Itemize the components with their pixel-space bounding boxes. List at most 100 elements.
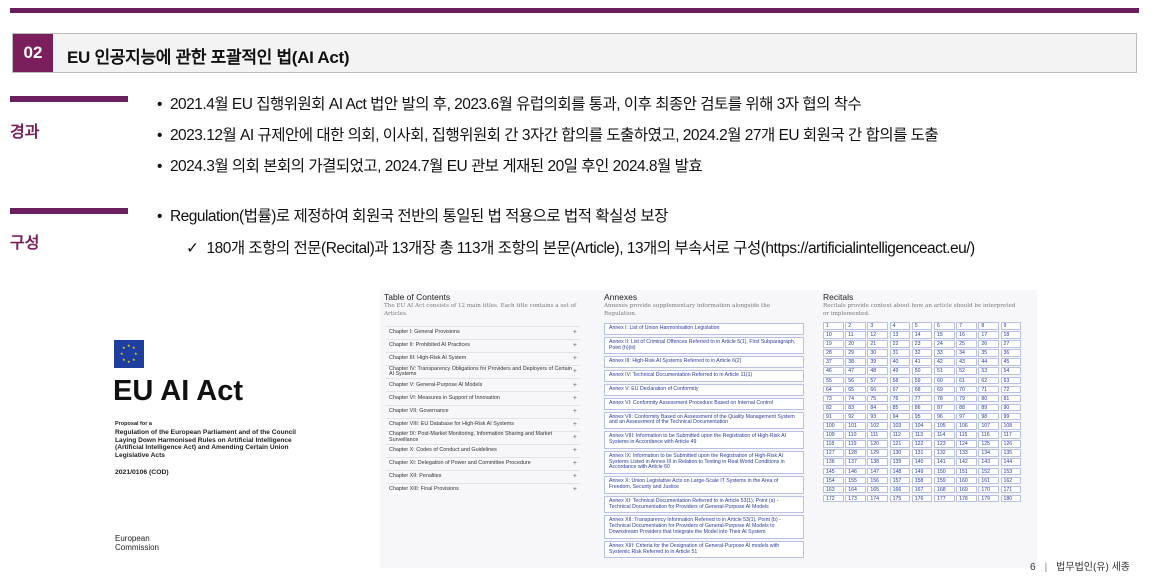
recital-link[interactable]: 110 — [845, 431, 866, 439]
recital-link[interactable]: 55 — [823, 376, 844, 385]
expand-icon[interactable]: + — [573, 421, 577, 428]
toc-chapter-item[interactable]: Chapter II: Prohibited AI Practices + — [386, 339, 580, 352]
recital-link[interactable]: 73 — [823, 394, 844, 403]
recital-link[interactable]: 27 — [1000, 340, 1022, 348]
recital-link[interactable]: 59 — [911, 376, 933, 385]
recital-link[interactable]: 3 — [867, 322, 888, 330]
recital-link[interactable]: 67 — [889, 385, 911, 394]
toc-chapter-item[interactable]: Chapter I: General Provisions + — [386, 326, 580, 339]
recital-link[interactable]: 14 — [911, 331, 933, 339]
recital-link[interactable]: 70 — [956, 385, 977, 394]
recital-link[interactable]: 152 — [978, 467, 999, 475]
recital-link[interactable]: 20 — [845, 340, 866, 348]
recital-link[interactable]: 174 — [867, 494, 888, 503]
recital-link[interactable]: 54 — [1000, 367, 1022, 375]
recital-link[interactable]: 139 — [889, 458, 911, 466]
recital-link[interactable]: 116 — [978, 431, 999, 439]
recital-link[interactable]: 50 — [911, 367, 933, 375]
recital-link[interactable]: 87 — [933, 403, 955, 412]
recital-link[interactable]: 101 — [845, 422, 866, 430]
recital-link[interactable]: 72 — [1000, 385, 1022, 394]
toc-chapter-item[interactable]: Chapter VI: Measures in Support of Innov… — [386, 391, 580, 404]
recital-link[interactable]: 71 — [978, 385, 999, 394]
recital-link[interactable]: 179 — [978, 494, 999, 503]
recital-link[interactable]: 109 — [823, 431, 844, 439]
recital-link[interactable]: 124 — [956, 440, 977, 448]
annex-link[interactable]: Annex IX: Information to be Submitted up… — [604, 450, 804, 475]
recital-link[interactable]: 58 — [889, 376, 911, 385]
recital-link[interactable]: 11 — [845, 331, 866, 339]
recital-link[interactable]: 53 — [978, 367, 999, 375]
recital-link[interactable]: 114 — [933, 431, 955, 439]
recital-link[interactable]: 42 — [933, 358, 955, 366]
recital-link[interactable]: 84 — [867, 403, 888, 412]
recital-link[interactable]: 131 — [911, 449, 933, 457]
recital-link[interactable]: 106 — [956, 422, 977, 430]
annex-link[interactable]: Annex VII: Conformity Based on Assessmen… — [604, 411, 804, 430]
recital-link[interactable]: 117 — [1000, 431, 1022, 439]
recital-link[interactable]: 129 — [867, 449, 888, 457]
recital-link[interactable]: 107 — [978, 422, 999, 430]
recital-link[interactable]: 115 — [956, 431, 977, 439]
recital-link[interactable]: 10 — [823, 331, 844, 339]
recital-link[interactable]: 76 — [889, 394, 911, 403]
recital-link[interactable]: 68 — [911, 385, 933, 394]
recital-link[interactable]: 136 — [823, 458, 844, 466]
recital-link[interactable]: 105 — [933, 422, 955, 430]
recital-link[interactable]: 149 — [911, 467, 933, 475]
expand-icon[interactable]: + — [573, 460, 577, 467]
recital-link[interactable]: 91 — [823, 412, 844, 421]
recital-link[interactable]: 5 — [911, 322, 933, 330]
recital-link[interactable]: 85 — [889, 403, 911, 412]
recital-link[interactable]: 57 — [867, 376, 888, 385]
recital-link[interactable]: 22 — [889, 340, 911, 348]
recital-link[interactable]: 144 — [1000, 458, 1022, 466]
recital-link[interactable]: 138 — [867, 458, 888, 466]
recital-link[interactable]: 82 — [823, 403, 844, 412]
annex-link[interactable]: Annex V: EU Declaration of Conformity — [604, 383, 804, 396]
recital-link[interactable]: 111 — [867, 431, 888, 439]
recital-link[interactable]: 178 — [956, 494, 977, 503]
recital-link[interactable]: 83 — [845, 403, 866, 412]
expand-icon[interactable]: + — [573, 395, 577, 402]
annex-link[interactable]: Annex VIII: Information to be Submitted … — [604, 431, 804, 449]
expand-icon[interactable]: + — [573, 408, 577, 415]
recital-link[interactable]: 159 — [933, 476, 955, 485]
recital-link[interactable]: 172 — [823, 494, 844, 503]
recital-link[interactable]: 140 — [911, 458, 933, 466]
recital-link[interactable]: 30 — [867, 349, 888, 357]
recital-link[interactable]: 46 — [823, 367, 844, 375]
recital-link[interactable]: 41 — [911, 358, 933, 366]
expand-icon[interactable]: + — [573, 369, 577, 376]
recital-link[interactable]: 154 — [823, 476, 844, 485]
recital-link[interactable]: 150 — [933, 467, 955, 475]
recital-link[interactable]: 36 — [1000, 349, 1022, 357]
expand-icon[interactable]: + — [573, 447, 577, 454]
recital-link[interactable]: 77 — [911, 394, 933, 403]
recital-link[interactable]: 134 — [978, 449, 999, 457]
recital-link[interactable]: 35 — [978, 349, 999, 357]
recital-link[interactable]: 141 — [933, 458, 955, 466]
recital-link[interactable]: 90 — [1000, 403, 1022, 412]
recital-link[interactable]: 95 — [911, 412, 933, 421]
recital-link[interactable]: 28 — [823, 349, 844, 357]
annex-link[interactable]: Annex XII: Transparency Information Refe… — [604, 515, 804, 539]
annex-link[interactable]: Annex III: High-Risk AI Systems Referred… — [604, 356, 804, 369]
recital-link[interactable]: 103 — [889, 422, 911, 430]
recital-link[interactable]: 121 — [889, 440, 911, 448]
recital-link[interactable]: 75 — [867, 394, 888, 403]
recital-link[interactable]: 80 — [978, 394, 999, 403]
recital-link[interactable]: 63 — [1000, 376, 1022, 385]
recital-link[interactable]: 8 — [978, 322, 999, 330]
recital-link[interactable]: 81 — [1000, 394, 1022, 403]
recital-link[interactable]: 47 — [845, 367, 866, 375]
recital-link[interactable]: 112 — [889, 431, 911, 439]
recital-link[interactable]: 128 — [845, 449, 866, 457]
recital-link[interactable]: 62 — [978, 376, 999, 385]
recital-link[interactable]: 163 — [823, 485, 844, 494]
toc-chapter-item[interactable]: Chapter XI: Delegation of Power and Comm… — [386, 456, 580, 470]
recital-link[interactable]: 127 — [823, 449, 844, 457]
recital-link[interactable]: 104 — [911, 422, 933, 430]
recital-link[interactable]: 143 — [978, 458, 999, 466]
recital-link[interactable]: 15 — [933, 331, 955, 339]
